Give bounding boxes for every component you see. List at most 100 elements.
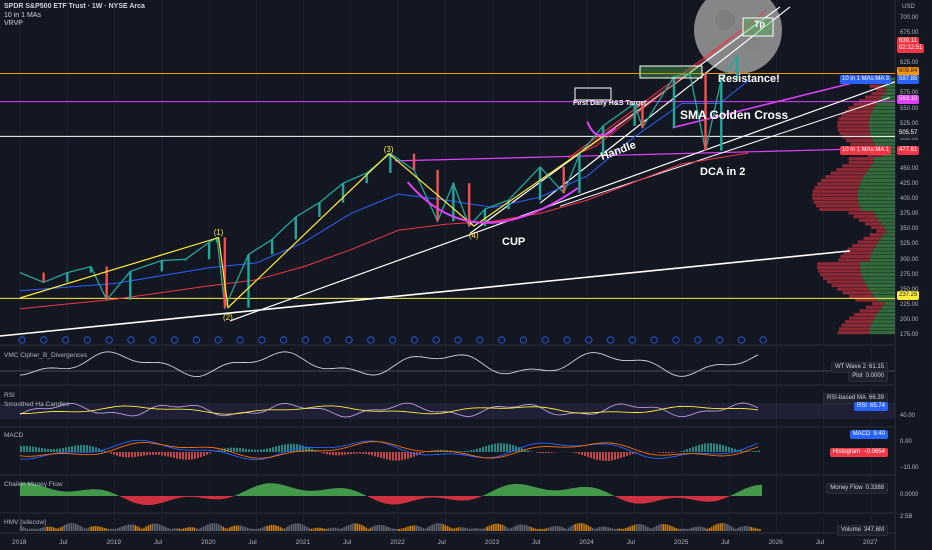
volume-bar: [576, 523, 579, 531]
cmf-bar: [342, 488, 344, 496]
volume-bar: [325, 528, 328, 531]
chart-canvas[interactable]: [0, 0, 932, 550]
y-tick-label: 275.00: [900, 271, 919, 278]
pane-label-macd[interactable]: MACD: [4, 432, 23, 439]
currency-label[interactable]: USD: [902, 4, 915, 10]
cmf-bar: [398, 496, 400, 505]
cmf-bar: [296, 488, 298, 496]
chart-stage[interactable]: SPDR S&P500 ETF Trust · 1W · NYSE Arca 1…: [0, 0, 932, 550]
volume-bar: [519, 524, 521, 531]
volume-profile-bar: [813, 200, 859, 204]
event-marker: [214, 336, 222, 344]
price-candle: [641, 103, 644, 128]
cmf-bar: [596, 488, 598, 496]
cmf-bar: [700, 496, 702, 502]
macd-histogram-bar: [752, 451, 754, 452]
volume-profile-bar: [874, 157, 895, 161]
pane-label-rsi[interactable]: RSI: [4, 392, 15, 399]
cmf-bar: [626, 496, 628, 502]
macd-histogram-bar: [275, 446, 277, 452]
pane-label-cmf[interactable]: Chaikin Money Flow: [4, 481, 63, 488]
cmf-bar: [684, 496, 686, 499]
macd-histogram-bar: [701, 444, 703, 452]
volume-bar: [528, 526, 530, 531]
cmf-bar: [418, 496, 420, 500]
ma-tag[interactable]: 10 in 1 MAs:MA 3: [840, 75, 892, 84]
cmf-bar: [636, 496, 638, 504]
cmf-bar: [308, 490, 310, 496]
macd-histogram-bar: [149, 452, 151, 455]
macd-histogram-bar: [161, 452, 163, 456]
cmf-bar: [112, 493, 114, 496]
chart-annotation: DCA in 2: [700, 166, 746, 178]
volume-bar: [422, 528, 425, 531]
pane-label-heikin[interactable]: Smoothed Ha Candles: [4, 401, 69, 408]
cmf-bar: [562, 489, 564, 496]
trendline-long-support: [0, 250, 851, 337]
volume-profile-bar: [872, 301, 885, 306]
event-marker: [694, 336, 702, 344]
macd-histogram-bar: [710, 443, 712, 452]
price-tag[interactable]: 563.10: [897, 95, 920, 104]
pane-value-tag[interactable]: Volume 347.6M: [836, 525, 888, 536]
price-tag[interactable]: 02:12:51: [897, 44, 925, 53]
volume-bar: [680, 528, 682, 531]
volume-bar: [719, 523, 722, 531]
chart-annotation: SMA Golden Cross: [680, 108, 789, 122]
cmf-bar: [190, 496, 192, 497]
volume-bar: [35, 528, 37, 531]
pane-label-wavetrend[interactable]: VMC Cipher_B_Divergences: [4, 352, 87, 359]
pane-value-tag[interactable]: Money Flow 0.3388: [826, 483, 888, 494]
volume-profile-bar: [870, 323, 895, 327]
volume-bar: [295, 523, 297, 531]
volume-bar: [149, 524, 152, 531]
pane-y-tick: 40.00: [900, 413, 916, 419]
macd-histogram-bar: [536, 452, 538, 453]
cmf-bar: [718, 496, 720, 501]
cmf-bar: [670, 496, 672, 499]
volume-bar: [147, 525, 150, 531]
volume-bar: [387, 526, 389, 531]
volume-bar: [446, 526, 449, 531]
cmf-bar: [204, 496, 206, 499]
indicator-legend-vrvp[interactable]: VRVP: [4, 20, 23, 27]
volume-profile-bar: [878, 240, 895, 244]
volume-bar: [702, 527, 704, 531]
volume-bar: [726, 524, 728, 531]
cmf-bar: [198, 496, 200, 498]
pane-value-tag[interactable]: MACD 9.40: [849, 430, 888, 439]
price-candle: [318, 202, 321, 218]
macd-histogram-bar: [386, 452, 388, 460]
price-tag[interactable]: 237.25: [897, 291, 920, 300]
price-tag[interactable]: 477.61: [897, 146, 920, 155]
indicator-legend-mas[interactable]: 10 in 1 MAs: [4, 12, 41, 19]
cmf-bar: [640, 496, 642, 504]
pane-value-tag[interactable]: RSI 65.74: [853, 402, 888, 411]
price-tag[interactable]: 597.85: [897, 75, 920, 84]
volume-profile-bar: [817, 182, 861, 186]
volume-bar: [193, 527, 196, 531]
ma-tag[interactable]: 10 in 1 MAs:MA 1: [840, 146, 892, 155]
cmf-bar: [84, 489, 86, 496]
pane-value-tag[interactable]: Histogram −0.0654: [829, 448, 888, 457]
symbol-title[interactable]: SPDR S&P500 ETF Trust · 1W · NYSE Arca: [4, 3, 145, 10]
cmf-bar: [488, 492, 490, 496]
cmf-bar: [646, 496, 648, 504]
volume-bar: [750, 526, 752, 531]
pane-value-tag[interactable]: Plot 0.0000: [848, 371, 888, 382]
pane-label-hmv[interactable]: HMV [sdecow]: [4, 519, 46, 526]
volume-profile-bar: [837, 124, 869, 128]
cmf-bar: [358, 492, 360, 496]
cmf-bar: [468, 496, 470, 501]
volume-bar: [268, 525, 271, 531]
volume-profile-bar: [831, 283, 867, 288]
price-tag[interactable]: 505.57: [897, 129, 920, 138]
macd-histogram-bar: [539, 452, 541, 454]
wave-label: (3): [383, 145, 394, 155]
cmf-bar: [470, 496, 472, 500]
volume-profile-bar: [817, 262, 860, 266]
macd-histogram-bar: [203, 452, 205, 456]
cmf-bar: [706, 496, 708, 502]
macd-histogram-bar: [32, 446, 34, 452]
cmf-bar: [704, 496, 706, 502]
